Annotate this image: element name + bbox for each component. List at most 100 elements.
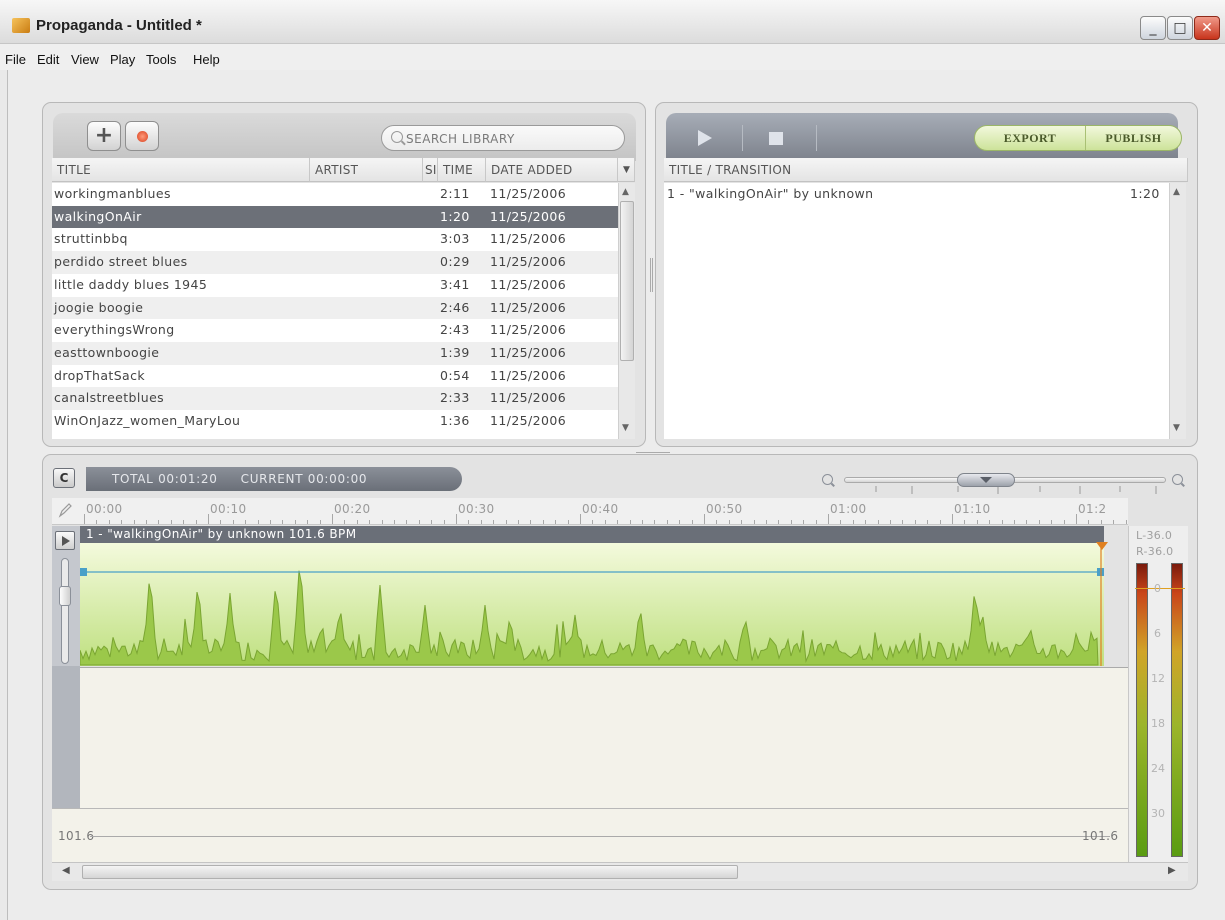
timeline-scrollbar[interactable]: ◀ ▶	[52, 862, 1188, 881]
ruler-tick	[840, 520, 842, 524]
ruler-tick	[542, 520, 544, 524]
row-title: struttinbbq	[54, 231, 128, 247]
library-row[interactable]: WinOnJazz_women_MaryLou 1:36 11/25/2006	[52, 410, 618, 433]
timeline-scroll-thumb[interactable]	[82, 865, 738, 879]
playlist-item-time: 1:20	[1130, 186, 1160, 201]
scroll-thumb[interactable]	[620, 201, 634, 361]
library-row[interactable]: canalstreetblues 2:33 11/25/2006	[52, 387, 618, 410]
track-volume-thumb[interactable]	[59, 586, 71, 606]
ruler-tick	[1113, 520, 1115, 524]
ruler-tick	[96, 520, 98, 524]
zoom-in-icon[interactable]	[1172, 474, 1183, 485]
playlist-list: 1 - "walkingOnAir" by unknown 1:20	[664, 183, 1169, 439]
total-time: TOTAL 00:01:20	[112, 472, 218, 486]
envelope-start-handle[interactable]	[80, 568, 87, 576]
stop-icon[interactable]	[769, 132, 783, 145]
menu-play[interactable]: Play	[110, 52, 135, 67]
zoom-slider-thumb[interactable]	[957, 473, 1015, 487]
search-input[interactable]	[406, 129, 616, 149]
track-controls-lower	[52, 666, 80, 808]
tempo-track[interactable]: 101.6 101.6	[52, 808, 1128, 862]
pencil-icon[interactable]	[58, 502, 72, 518]
record-button[interactable]	[125, 121, 159, 151]
row-title: easttownboogie	[54, 344, 160, 360]
row-title: little daddy blues 1945	[54, 276, 208, 292]
ruler-tick	[245, 520, 247, 524]
track-volume-slider[interactable]	[61, 558, 69, 664]
add-track-button[interactable]: +	[87, 121, 121, 151]
library-row[interactable]: workingmanblues 2:11 11/25/2006	[52, 183, 618, 206]
minimize-icon[interactable]: _	[1140, 16, 1166, 40]
c-button[interactable]: C	[53, 468, 75, 488]
search-icon	[391, 131, 403, 143]
plus-icon: +	[94, 123, 114, 148]
maximize-icon[interactable]: □	[1167, 16, 1193, 40]
ruler-tick	[530, 520, 532, 524]
zoom-out-icon[interactable]	[822, 474, 833, 485]
library-row[interactable]: little daddy blues 1945 3:41 11/25/2006	[52, 274, 618, 297]
ruler-tick	[790, 520, 792, 524]
audio-clip[interactable]	[79, 543, 1104, 666]
library-row[interactable]: joogie boogie 2:46 11/25/2006	[52, 296, 618, 320]
scroll-up-icon[interactable]: ▲	[622, 187, 629, 197]
close-icon[interactable]: ✕	[1194, 16, 1220, 40]
library-row-selected[interactable]: walkingOnAir 1:20 11/25/2006	[52, 205, 618, 229]
tempo-end: 101.6	[1082, 829, 1119, 843]
ruler-tick	[505, 520, 507, 524]
right-level-meter	[1171, 563, 1183, 857]
playlist-item[interactable]: 1 - "walkingOnAir" by unknown 1:20	[664, 183, 1169, 206]
menu-tools[interactable]: Tools	[146, 52, 176, 67]
column-header-title[interactable]: TITLE	[52, 158, 310, 182]
ruler-tick	[307, 520, 309, 524]
ruler-tick	[815, 520, 817, 524]
column-header-size[interactable]: SI	[423, 158, 438, 182]
row-time: 2:11	[440, 186, 470, 201]
library-row[interactable]: easttownboogie 1:39 11/25/2006	[52, 341, 618, 365]
ruler-tick	[828, 514, 829, 524]
scroll-down-icon[interactable]: ▼	[622, 423, 629, 433]
menu-edit[interactable]: Edit	[37, 52, 59, 67]
library-scrollbar[interactable]: ▲ ▼	[618, 183, 635, 439]
scroll-left-icon[interactable]: ◀	[62, 865, 70, 876]
menu-bar: File Edit View Play Tools Help	[0, 44, 1225, 70]
export-button[interactable]: EXPORT	[975, 126, 1085, 150]
search-library-box	[381, 125, 625, 151]
column-header-date-added[interactable]: DATE ADDED	[486, 158, 618, 182]
play-icon[interactable]	[698, 130, 712, 146]
row-title: walkingOnAir	[54, 208, 142, 224]
publish-button[interactable]: PUBLISH	[1085, 126, 1181, 150]
scroll-up-icon[interactable]: ▲	[1173, 187, 1180, 197]
ruler-tick	[220, 520, 222, 524]
column-menu-icon[interactable]: ▼	[618, 158, 635, 182]
export-publish-group: EXPORT PUBLISH	[974, 125, 1182, 151]
column-header-title-transition[interactable]: TITLE / TRANSITION	[664, 158, 1188, 182]
row-time: 1:20	[440, 208, 470, 224]
ruler-tick	[282, 520, 284, 524]
current-time: CURRENT 00:00:00	[240, 472, 368, 486]
library-row[interactable]: perdido street blues 0:29 11/25/2006	[52, 251, 618, 274]
empty-track-area[interactable]	[80, 667, 1128, 808]
column-header-time[interactable]: TIME	[438, 158, 486, 182]
panel-splitter-vertical[interactable]	[650, 258, 653, 292]
track-play-button[interactable]	[55, 531, 75, 550]
window-border	[0, 70, 8, 920]
row-title: perdido street blues	[54, 254, 188, 270]
scroll-down-icon[interactable]: ▼	[1173, 423, 1180, 433]
end-marker-icon[interactable]	[1095, 541, 1109, 551]
time-ruler[interactable]: 00:00 00:10 00:20 00:30 00:40 00:50 01:0…	[52, 498, 1128, 525]
scroll-right-icon[interactable]: ▶	[1168, 865, 1176, 876]
ruler-tick	[679, 520, 681, 524]
column-header-artist[interactable]: ARTIST	[310, 158, 423, 182]
library-row[interactable]: dropThatSack 0:54 11/25/2006	[52, 365, 618, 388]
library-row[interactable]: everythingsWrong 2:43 11/25/2006	[52, 319, 618, 342]
clip-title-bar[interactable]: 1 - "walkingOnAir" by unknown 101.6 BPM	[80, 526, 1104, 543]
ruler-tick	[493, 520, 495, 524]
title-bar: Propaganda - Untitled * _ □ ✕	[0, 0, 1225, 44]
library-row[interactable]: struttinbbq 3:03 11/25/2006	[52, 228, 618, 251]
menu-help[interactable]: Help	[193, 52, 220, 67]
ruler-tick	[257, 520, 259, 524]
ruler-tick	[84, 514, 85, 524]
playlist-scrollbar[interactable]: ▲ ▼	[1169, 183, 1186, 439]
menu-view[interactable]: View	[71, 52, 99, 67]
menu-file[interactable]: File	[5, 52, 26, 67]
